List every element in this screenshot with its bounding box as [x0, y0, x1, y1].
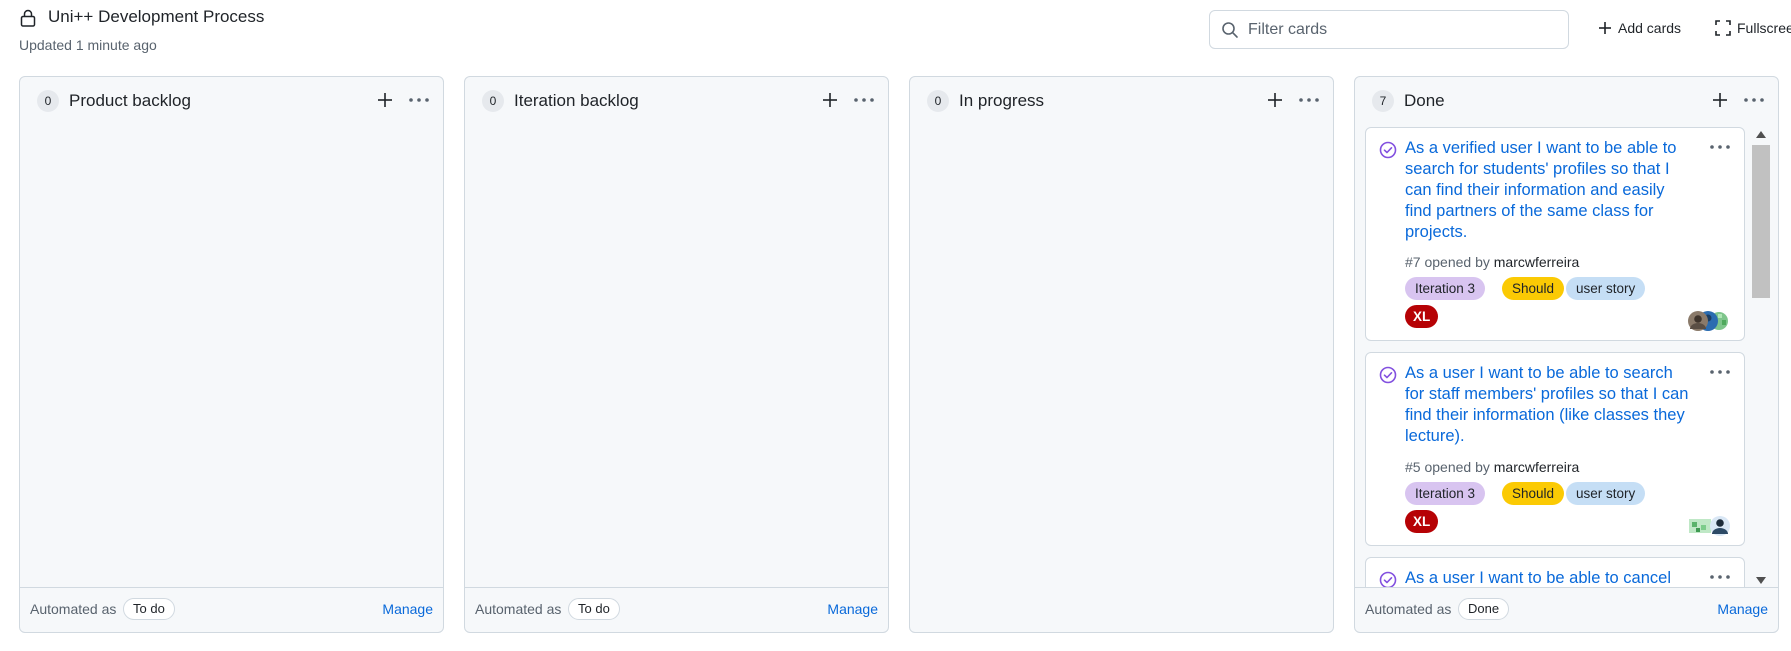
automation-badge: To do: [568, 598, 620, 620]
add-card-plus-icon[interactable]: [1267, 92, 1283, 108]
card-count: 0: [37, 90, 59, 112]
column-header: 0 Product backlog: [20, 77, 443, 125]
column-menu-icon[interactable]: [1298, 92, 1320, 108]
column-footer: Automated as Done Manage: [1355, 587, 1778, 632]
column-name: Product backlog: [69, 91, 191, 110]
project-header: Uni++ Development Process Updated 1 minu…: [0, 0, 1791, 70]
assignee-avatars[interactable]: [1687, 515, 1733, 537]
column-iteration-backlog: 0 Iteration backlog Automated as To do M…: [464, 76, 889, 633]
automated-as-label: Automated as: [30, 601, 117, 617]
column-name: Iteration backlog: [514, 91, 639, 110]
scroll-up-arrow-icon[interactable]: [1756, 131, 1766, 138]
column-in-progress: 0 In progress: [909, 76, 1334, 633]
card-count: 0: [482, 90, 504, 112]
fullscreen-label: Fullscreen: [1737, 20, 1791, 36]
card-list: As a verified user I want to be able to …: [1365, 127, 1746, 588]
issue-author[interactable]: marcwferreira: [1494, 254, 1580, 270]
column-header: 0 Iteration backlog: [465, 77, 888, 125]
column-product-backlog: 0 Product backlog Automated as To do Man…: [19, 76, 444, 633]
issue-card[interactable]: As a user I want to be able to cancel: [1365, 557, 1745, 588]
label-should[interactable]: Should: [1502, 482, 1565, 505]
column-done: 7 Done As a verified user I want to be a…: [1354, 76, 1779, 633]
column-name: Done: [1404, 91, 1445, 110]
add-card-plus-icon[interactable]: [377, 92, 393, 108]
fullscreen-icon: [1715, 20, 1731, 36]
automation-badge: To do: [123, 598, 175, 620]
issue-closed-icon: [1379, 571, 1397, 588]
manage-link[interactable]: Manage: [827, 601, 878, 617]
card-count: 0: [927, 90, 949, 112]
issue-title-link[interactable]: As a user I want to be able to search fo…: [1405, 363, 1695, 447]
issue-title-link[interactable]: As a verified user I want to be able to …: [1405, 138, 1695, 243]
automated-as-label: Automated as: [475, 601, 562, 617]
add-cards-button[interactable]: Add cards: [1598, 20, 1681, 36]
column-menu-icon[interactable]: [1743, 92, 1765, 108]
column-footer: Automated as To do Manage: [20, 587, 443, 632]
manage-link[interactable]: Manage: [382, 601, 433, 617]
assignee-avatars[interactable]: [1687, 310, 1733, 332]
column-menu-icon[interactable]: [408, 92, 430, 108]
label-iteration[interactable]: Iteration 3: [1405, 482, 1486, 505]
add-cards-label: Add cards: [1618, 20, 1682, 36]
plus-icon: [1599, 22, 1611, 34]
scroll-down-arrow-icon[interactable]: [1756, 577, 1766, 584]
card-menu-icon[interactable]: [1709, 365, 1731, 379]
search-icon: [1222, 22, 1238, 38]
card-count: 7: [1372, 90, 1394, 112]
automated-as-label: Automated as: [1365, 601, 1452, 617]
fullscreen-button[interactable]: Fullscreen: [1715, 20, 1791, 36]
filter-cards-box[interactable]: [1209, 10, 1569, 49]
lock-icon: [20, 9, 36, 27]
manage-link[interactable]: Manage: [1717, 601, 1768, 617]
add-card-plus-icon[interactable]: [822, 92, 838, 108]
project-title: Uni++ Development Process: [48, 7, 265, 26]
add-card-plus-icon[interactable]: [1712, 92, 1728, 108]
card-menu-icon[interactable]: [1709, 140, 1731, 154]
issue-author[interactable]: marcwferreira: [1494, 459, 1580, 475]
issue-card[interactable]: As a verified user I want to be able to …: [1365, 127, 1745, 341]
card-menu-icon[interactable]: [1709, 570, 1731, 584]
scroll-thumb[interactable]: [1752, 145, 1770, 298]
label-xl[interactable]: XL: [1405, 305, 1439, 328]
column-name: In progress: [959, 91, 1045, 110]
issue-closed-icon: [1379, 141, 1397, 159]
issue-number: #5 opened by: [1405, 459, 1490, 475]
issue-closed-icon: [1379, 366, 1397, 384]
label-user-story[interactable]: user story: [1566, 482, 1646, 505]
issue-meta: #5 opened by marcwferreira: [1405, 459, 1579, 475]
issue-card[interactable]: As a user I want to be able to search fo…: [1365, 352, 1745, 546]
column-header: 0 In progress: [910, 77, 1333, 125]
column-header: 7 Done: [1355, 77, 1778, 125]
automation-badge: Done: [1458, 598, 1510, 620]
updated-timestamp: Updated 1 minute ago: [19, 37, 157, 53]
label-user-story[interactable]: user story: [1566, 277, 1646, 300]
issue-meta: #7 opened by marcwferreira: [1405, 254, 1579, 270]
label-xl[interactable]: XL: [1405, 510, 1439, 533]
filter-cards-input[interactable]: [1248, 17, 1558, 43]
label-iteration[interactable]: Iteration 3: [1405, 277, 1486, 300]
issue-number: #7 opened by: [1405, 254, 1490, 270]
column-menu-icon[interactable]: [853, 92, 875, 108]
column-footer: Automated as To do Manage: [465, 587, 888, 632]
issue-title-link[interactable]: As a user I want to be able to cancel: [1405, 568, 1695, 588]
cards-scrollbar[interactable]: [1747, 127, 1770, 588]
label-should[interactable]: Should: [1502, 277, 1565, 300]
